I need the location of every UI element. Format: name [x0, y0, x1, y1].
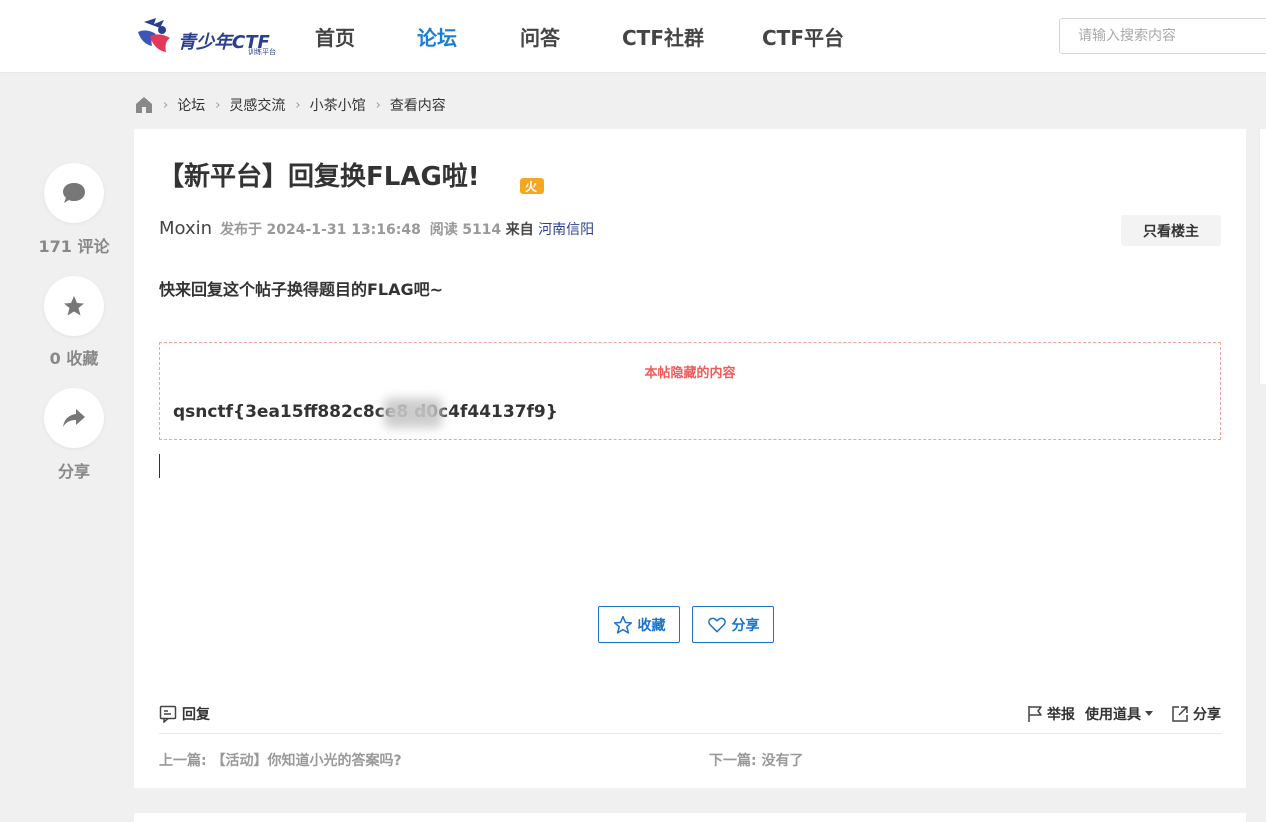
caret-down-icon — [1145, 711, 1153, 716]
top-header: 青少年CTF 训练平台 首页 论坛 问答 CTF社群 CTF平台 — [0, 0, 1266, 73]
breadcrumb-current: 查看内容 — [389, 98, 446, 114]
blur-mask — [384, 398, 442, 428]
read-count: 5114 — [462, 222, 502, 238]
post-card: 【新平台】回复换FLAG啦! 火 Moxin 发布于 2024-1-31 13:… — [134, 129, 1246, 788]
comment-button[interactable] — [44, 163, 104, 223]
post-author[interactable]: Moxin — [159, 218, 212, 239]
nav-qa[interactable]: 问答 — [520, 22, 560, 51]
logo-subtitle: 训练平台 — [248, 48, 276, 56]
next-card-edge — [134, 813, 1246, 822]
nav-forum[interactable]: 论坛 — [417, 22, 457, 51]
hidden-content-title: 本帖隐藏的内容 — [644, 366, 736, 381]
favorite-count: 0 收藏 — [49, 349, 99, 368]
external-share-label: 分享 — [1193, 707, 1221, 723]
favorite-side-button[interactable] — [44, 276, 104, 336]
text-cursor — [159, 454, 160, 478]
read-label: 阅读 — [429, 222, 458, 238]
share-side-button[interactable] — [44, 388, 104, 448]
reply-label: 回复 — [182, 707, 210, 723]
reply-button[interactable]: 回复 — [159, 704, 210, 724]
report-label: 举报 — [1047, 707, 1075, 723]
share-button[interactable]: 分享 — [692, 606, 774, 643]
published-time: 2024-1-31 13:16:48 — [266, 222, 421, 238]
nav-home[interactable]: 首页 — [315, 22, 355, 51]
logo-emblem-icon — [138, 18, 170, 52]
favorite-button[interactable]: 收藏 — [598, 606, 680, 643]
chevron-right-icon: › — [215, 97, 221, 113]
hidden-content-box: 本帖隐藏的内容 qsnctf{3ea15ff882c8ce8 d0c4f4413… — [159, 342, 1221, 440]
post-tools: 举报 使用道具 分享 — [1027, 704, 1221, 724]
chevron-right-icon: › — [375, 97, 381, 113]
site-logo[interactable]: 青少年CTF 训练平台 — [136, 14, 284, 58]
from-label: 来自 — [505, 222, 534, 238]
prev-post-link[interactable]: 上一篇: 【活动】你知道小光的答案吗? — [159, 750, 402, 770]
share-side-label: 分享 — [57, 462, 90, 481]
share-arrow-icon — [63, 409, 85, 427]
use-tools-label: 使用道具 — [1085, 707, 1141, 723]
comment-icon — [63, 183, 85, 203]
favorite-button-label: 收藏 — [637, 617, 666, 634]
search-input[interactable] — [1059, 18, 1266, 54]
breadcrumb-inspiration[interactable]: 灵感交流 — [229, 95, 285, 115]
breadcrumb-forum[interactable]: 论坛 — [177, 95, 205, 115]
flag-icon — [1028, 706, 1042, 722]
share-button-label: 分享 — [731, 617, 760, 634]
breadcrumb-tea-house[interactable]: 小茶小馆 — [310, 95, 366, 115]
nav-ctf-community[interactable]: CTF社群 — [622, 22, 704, 51]
star-icon — [64, 296, 84, 316]
post-body: 快来回复这个帖子换得题目的FLAG吧~ — [159, 280, 444, 299]
right-sidebar-edge — [1259, 129, 1266, 384]
post-location[interactable]: 河南信阳 — [538, 219, 594, 239]
only-op-button[interactable]: 只看楼主 — [1121, 215, 1221, 246]
reply-icon — [159, 705, 177, 723]
breadcrumb: › 论坛 › 灵感交流 › 小茶小馆 › 查看内容 — [135, 95, 446, 115]
nav-ctf-platform[interactable]: CTF平台 — [762, 22, 844, 51]
chevron-right-icon: › — [295, 97, 301, 113]
star-outline-icon — [613, 615, 632, 634]
flag-text: qsnctf{3ea15ff882c8ce8 d0c4f44137f9} — [173, 402, 558, 422]
home-icon[interactable] — [135, 96, 153, 114]
published-label: 发布于 — [220, 222, 263, 238]
post-footer: 回复 举报 使用道具 分享 — [159, 703, 1221, 733]
heart-outline-icon — [707, 617, 726, 632]
external-share-button[interactable]: 分享 — [1171, 704, 1221, 724]
next-post-link: 下一篇: 没有了 — [709, 753, 804, 769]
post-meta: Moxin 发布于 2024-1-31 13:16:48 阅读 5114 来自 … — [159, 218, 594, 239]
svg-text:火: 火 — [525, 180, 538, 194]
use-tools-dropdown[interactable]: 使用道具 — [1085, 704, 1153, 724]
chevron-right-icon: › — [163, 97, 169, 113]
hot-badge-icon: 火 — [520, 178, 544, 194]
footer-divider — [159, 733, 1221, 734]
comment-count: 171 评论 — [38, 237, 110, 256]
post-title: 【新平台】回复换FLAG啦! — [158, 162, 480, 192]
external-link-icon — [1172, 706, 1188, 722]
report-button[interactable]: 举报 — [1027, 704, 1075, 724]
